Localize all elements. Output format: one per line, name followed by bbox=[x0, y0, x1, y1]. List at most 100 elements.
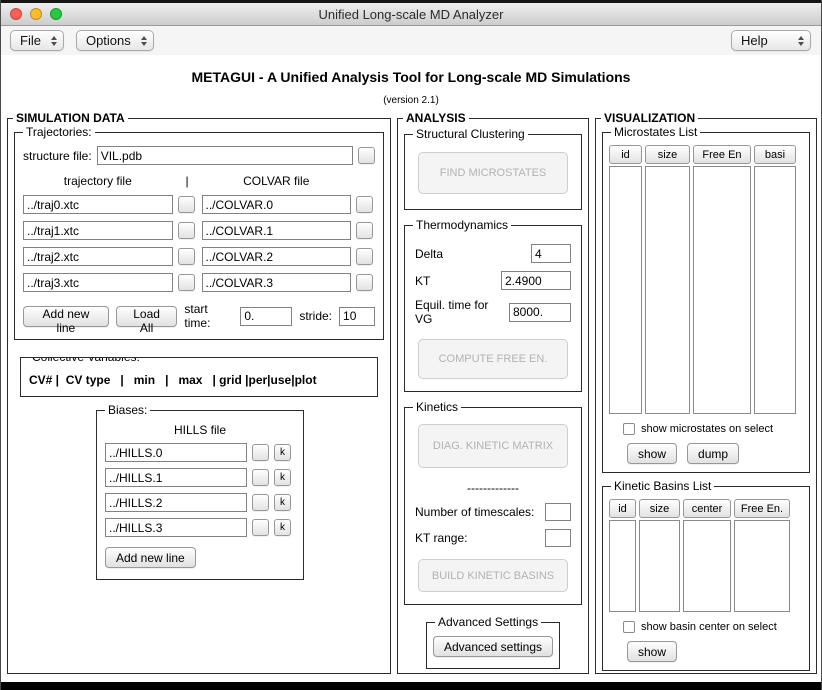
browse-trajectory-button[interactable] bbox=[178, 274, 195, 291]
title-bar[interactable]: Unified Long-scale MD Analyzer bbox=[1, 3, 821, 26]
help-menu-button[interactable]: Help bbox=[731, 30, 811, 51]
hills-file-input[interactable] bbox=[105, 443, 247, 462]
basins-free-en-list[interactable] bbox=[734, 520, 790, 612]
microstates-size-list[interactable] bbox=[645, 166, 690, 414]
file-menu-button[interactable]: File bbox=[10, 30, 64, 51]
hills-row: k bbox=[105, 468, 295, 487]
structure-file-input[interactable] bbox=[97, 146, 353, 165]
browse-hills-button[interactable] bbox=[252, 519, 269, 536]
add-new-line-button[interactable]: Add new line bbox=[23, 306, 109, 327]
hills-file-input[interactable] bbox=[105, 493, 247, 512]
kinetics-title: Kinetics bbox=[413, 400, 461, 414]
browse-hills-button[interactable] bbox=[252, 494, 269, 511]
browse-hills-button[interactable] bbox=[252, 469, 269, 486]
hills-row: k bbox=[105, 493, 295, 512]
trajectory-file-input[interactable] bbox=[23, 221, 173, 240]
colvar-file-input[interactable] bbox=[202, 273, 352, 292]
microstates-size-column-button[interactable]: size bbox=[645, 145, 690, 164]
show-microstates-label: show microstates on select bbox=[641, 423, 773, 435]
equil-time-input[interactable] bbox=[509, 303, 571, 322]
k-button[interactable]: k bbox=[274, 519, 291, 536]
trajectory-row bbox=[23, 273, 375, 292]
load-all-button[interactable]: Load All bbox=[116, 306, 178, 327]
trajectory-file-input[interactable] bbox=[23, 273, 173, 292]
kinetic-basins-list-title: Kinetic Basins List bbox=[611, 479, 714, 493]
delta-input[interactable] bbox=[531, 244, 571, 263]
hills-file-input[interactable] bbox=[105, 468, 247, 487]
trajectory-row bbox=[23, 221, 375, 240]
k-button[interactable]: k bbox=[274, 444, 291, 461]
microstates-basin-list[interactable] bbox=[754, 166, 796, 414]
advanced-settings-button[interactable]: Advanced settings bbox=[433, 636, 553, 657]
kinetics-separator: ------------- bbox=[405, 481, 581, 495]
basins-size-column-button[interactable]: size bbox=[639, 499, 680, 518]
browse-trajectory-button[interactable] bbox=[178, 248, 195, 265]
microstates-id-column-button[interactable]: id bbox=[609, 145, 642, 164]
microstates-dump-button[interactable]: dump bbox=[687, 443, 739, 464]
basins-free-en-column-button[interactable]: Free En. bbox=[734, 499, 790, 518]
popup-arrows-icon bbox=[49, 36, 59, 46]
trajectory-row bbox=[23, 247, 375, 266]
colvar-file-input[interactable] bbox=[202, 195, 352, 214]
browse-trajectory-button[interactable] bbox=[178, 222, 195, 239]
microstates-free-en-list[interactable] bbox=[693, 166, 751, 414]
show-basin-center-checkbox[interactable] bbox=[623, 621, 635, 633]
browse-colvar-button[interactable] bbox=[356, 222, 373, 239]
start-time-input[interactable] bbox=[240, 307, 292, 326]
compute-free-energy-button[interactable]: COMPUTE FREE EN. bbox=[418, 339, 568, 379]
basins-center-list[interactable] bbox=[683, 520, 731, 612]
trajectories-title: Trajectories: bbox=[23, 125, 95, 139]
trajectory-file-input[interactable] bbox=[23, 247, 173, 266]
kt-range-input[interactable] bbox=[545, 529, 571, 547]
browse-structure-button[interactable] bbox=[358, 147, 375, 164]
basins-center-column-button[interactable]: center bbox=[683, 499, 731, 518]
timescales-input[interactable] bbox=[545, 503, 571, 521]
k-button[interactable]: k bbox=[274, 469, 291, 486]
biases-group: Biases: HILLS file k k k k bbox=[96, 410, 304, 580]
trajectory-file-column-label: trajectory file bbox=[23, 174, 173, 188]
basins-id-list[interactable] bbox=[609, 520, 636, 612]
trajectories-group: Trajectories: structure file: trajectory… bbox=[14, 132, 384, 340]
show-basin-center-label: show basin center on select bbox=[641, 621, 777, 633]
build-kinetic-basins-button[interactable]: BUILD KINETIC BASINS bbox=[418, 559, 568, 592]
microstates-list-group: Microstates List id size Free En basi sh… bbox=[602, 132, 810, 473]
structural-clustering-group: Structural Clustering FIND MICROSTATES bbox=[404, 134, 582, 210]
biases-title: Biases: bbox=[105, 403, 150, 417]
basins-size-list[interactable] bbox=[639, 520, 680, 612]
browse-trajectory-button[interactable] bbox=[178, 196, 195, 213]
colvar-file-column-label: COLVAR file bbox=[202, 174, 352, 188]
hills-file-input[interactable] bbox=[105, 518, 247, 537]
browse-colvar-button[interactable] bbox=[356, 248, 373, 265]
browse-colvar-button[interactable] bbox=[356, 196, 373, 213]
k-button[interactable]: k bbox=[274, 494, 291, 511]
hills-row: k bbox=[105, 443, 295, 462]
minimize-window-button[interactable] bbox=[30, 8, 42, 20]
add-new-hills-line-button[interactable]: Add new line bbox=[105, 547, 196, 568]
find-microstates-button[interactable]: FIND MICROSTATES bbox=[418, 152, 568, 194]
microstates-id-list[interactable] bbox=[609, 166, 642, 414]
colvar-file-input[interactable] bbox=[202, 221, 352, 240]
options-menu-label: Options bbox=[86, 33, 131, 48]
options-menu-button[interactable]: Options bbox=[76, 30, 154, 51]
microstates-free-en-column-button[interactable]: Free En bbox=[693, 145, 751, 164]
diag-kinetic-matrix-button[interactable]: DIAG. KINETIC MATRIX bbox=[418, 424, 568, 468]
popup-arrows-icon bbox=[796, 36, 806, 46]
colvar-file-input[interactable] bbox=[202, 247, 352, 266]
browse-colvar-button[interactable] bbox=[356, 274, 373, 291]
basins-id-column-button[interactable]: id bbox=[609, 499, 636, 518]
basins-show-button[interactable]: show bbox=[627, 641, 677, 662]
stride-input[interactable] bbox=[339, 307, 375, 326]
zoom-window-button[interactable] bbox=[50, 8, 62, 20]
show-microstates-checkbox[interactable] bbox=[623, 423, 635, 435]
simulation-data-title: SIMULATION DATA bbox=[13, 111, 128, 125]
help-menu-label: Help bbox=[741, 33, 768, 48]
kt-input[interactable] bbox=[501, 271, 571, 290]
trajectory-file-input[interactable] bbox=[23, 195, 173, 214]
visualization-panel: VISUALIZATION Microstates List id size F… bbox=[595, 118, 817, 674]
browse-hills-button[interactable] bbox=[252, 444, 269, 461]
microstates-show-button[interactable]: show bbox=[627, 443, 677, 464]
trajectory-row bbox=[23, 195, 375, 214]
microstates-basin-column-button[interactable]: basi bbox=[754, 145, 796, 164]
app-window: Unified Long-scale MD Analyzer File Opti… bbox=[0, 0, 822, 690]
close-window-button[interactable] bbox=[10, 8, 22, 20]
